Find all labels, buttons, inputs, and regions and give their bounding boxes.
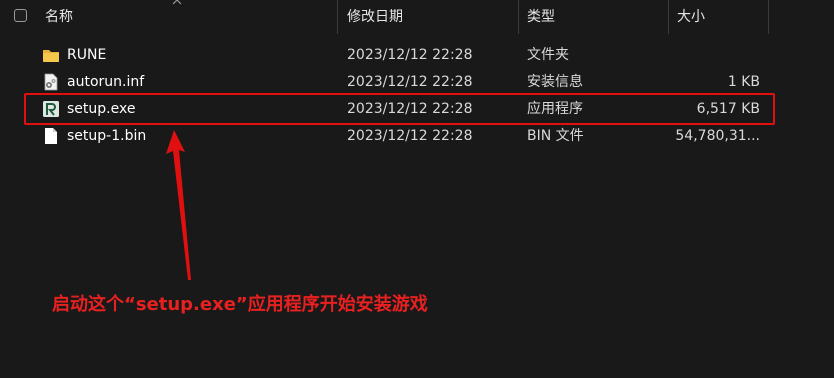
settings-file-icon (44, 73, 58, 91)
column-header-name[interactable]: 名称 (45, 0, 73, 34)
file-icon (45, 128, 57, 144)
folder-icon (43, 50, 59, 62)
column-divider[interactable] (768, 0, 769, 34)
file-row-rune[interactable]: RUNE 2023/12/12 22:28 文件夹 (0, 42, 834, 69)
file-type: BIN 文件 (527, 128, 584, 144)
file-name: autorun.inf (67, 74, 145, 90)
file-date: 2023/12/12 22:28 (347, 74, 473, 90)
column-header-date[interactable]: 修改日期 (347, 0, 403, 34)
file-size: 1 KB (727, 74, 760, 90)
column-header-type[interactable]: 类型 (527, 0, 555, 34)
highlight-box (24, 93, 775, 125)
column-divider[interactable] (337, 0, 338, 34)
file-name: setup-1.bin (67, 128, 147, 144)
file-row-setup-bin[interactable]: setup-1.bin 2023/12/12 22:28 BIN 文件 54,7… (0, 123, 834, 150)
arrow-up-icon (166, 130, 191, 280)
file-row-autorun[interactable]: autorun.inf 2023/12/12 22:28 安装信息 1 KB (0, 69, 834, 96)
file-type: 安装信息 (527, 74, 583, 90)
column-header-bar: 名称 修改日期 类型 大小 (0, 0, 834, 34)
file-type: 文件夹 (527, 47, 569, 63)
file-size: 54,780,31... (675, 128, 760, 144)
file-date: 2023/12/12 22:28 (347, 128, 473, 144)
annotation-text: 启动这个“setup.exe”应用程序开始安装游戏 (52, 294, 428, 315)
column-divider[interactable] (518, 0, 519, 34)
file-date: 2023/12/12 22:28 (347, 47, 473, 63)
select-all-checkbox[interactable] (14, 9, 27, 22)
column-divider[interactable] (668, 0, 669, 34)
sort-up-icon (172, 0, 182, 5)
column-header-size[interactable]: 大小 (677, 0, 705, 34)
file-name: RUNE (67, 47, 107, 63)
